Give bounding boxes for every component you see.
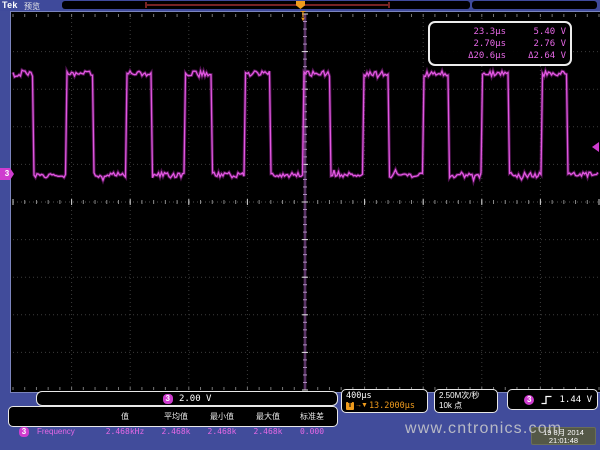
channel3-badge[interactable]: 3	[163, 394, 173, 404]
delay-arrow-icons: →▼	[355, 401, 367, 411]
measurement-channel-badge: 3	[11, 427, 37, 437]
measurement-min: 2.468k	[199, 427, 245, 437]
trigger-settings-box[interactable]: 3 1.44 V	[507, 389, 598, 410]
acquisition-mode-label: 预览	[24, 1, 40, 12]
horizontal-position-bar[interactable]	[62, 1, 470, 9]
cursor-readout-box: 23.3µs 5.40 V 2.70µs 2.76 V Δ20.6µs Δ2.6…	[428, 21, 572, 66]
down-arrow-icon: ▼	[297, 18, 309, 23]
trigger-source-badge: 3	[524, 395, 534, 405]
measurement-mean: 2.468k	[153, 427, 199, 437]
acquisition-settings-box[interactable]: 2.50M次/秒 10k 点	[434, 389, 498, 413]
measurement-value: 2.468kHz	[97, 427, 153, 437]
secondary-position-bar	[472, 1, 597, 9]
channel3-volts-per-div: 2.00 V	[179, 394, 212, 404]
trigger-delay-value: 13.2000µs	[369, 401, 415, 411]
cursor2-voltage: 2.76 V	[506, 38, 566, 50]
col-header-mean: 平均值	[153, 412, 199, 422]
sample-rate: 2.50M次/秒	[439, 391, 493, 401]
measurement-name: Frequency	[37, 427, 97, 437]
cursor1-time: 23.3µs	[434, 26, 506, 38]
time-per-div: 400µs	[346, 391, 423, 401]
cursor-row-1: 23.3µs 5.40 V	[434, 26, 566, 38]
trigger-t-icon: T	[346, 402, 354, 410]
top-status-bar: Tek 预览	[0, 0, 600, 11]
horizontal-settings-box[interactable]: 400µs T →▼ 13.2000µs	[341, 389, 428, 413]
measurement-stddev: 0.000	[291, 427, 333, 437]
trigger-level-value: 1.44 V	[559, 395, 592, 405]
trigger-level-arrow-icon[interactable]	[592, 142, 599, 152]
measurement-table: 值 平均值 最小值 最大值 标准差 3 Frequency 2.468kHz 2…	[8, 406, 338, 427]
cursor2-time: 2.70µs	[434, 38, 506, 50]
cursor-delta-voltage: Δ2.64 V	[506, 50, 566, 62]
cursor-delta-time: Δ20.6µs	[434, 50, 506, 62]
col-header-min: 最小值	[199, 412, 245, 422]
trigger-position-marker-icon[interactable]: T ▼	[297, 11, 309, 23]
rising-edge-icon	[540, 394, 553, 405]
record-length: 10k 点	[439, 401, 493, 411]
cursor-row-2: 2.70µs 2.76 V	[434, 38, 566, 50]
watermark-text: www.cntronics.com	[405, 420, 562, 438]
measurement-row: 3 Frequency 2.468kHz 2.468k 2.468k 2.468…	[11, 422, 335, 441]
tek-logo: Tek	[2, 0, 18, 10]
cursor-row-delta: Δ20.6µs Δ2.64 V	[434, 50, 566, 62]
col-header-max: 最大值	[245, 412, 291, 422]
measurement-max: 2.468k	[245, 427, 291, 437]
col-header-stddev: 标准差	[291, 412, 333, 422]
channel3-scale-bar[interactable]: 3 2.00 V	[36, 391, 338, 406]
col-header-value: 值	[97, 412, 153, 422]
time-label: 21:01:48	[532, 437, 595, 445]
waveform-window-bracket	[145, 4, 390, 6]
trigger-position-flag-icon[interactable]	[296, 1, 305, 9]
graticule-area[interactable]	[10, 11, 600, 393]
cursor1-voltage: 5.40 V	[506, 26, 566, 38]
waveform-plot[interactable]	[11, 12, 600, 392]
